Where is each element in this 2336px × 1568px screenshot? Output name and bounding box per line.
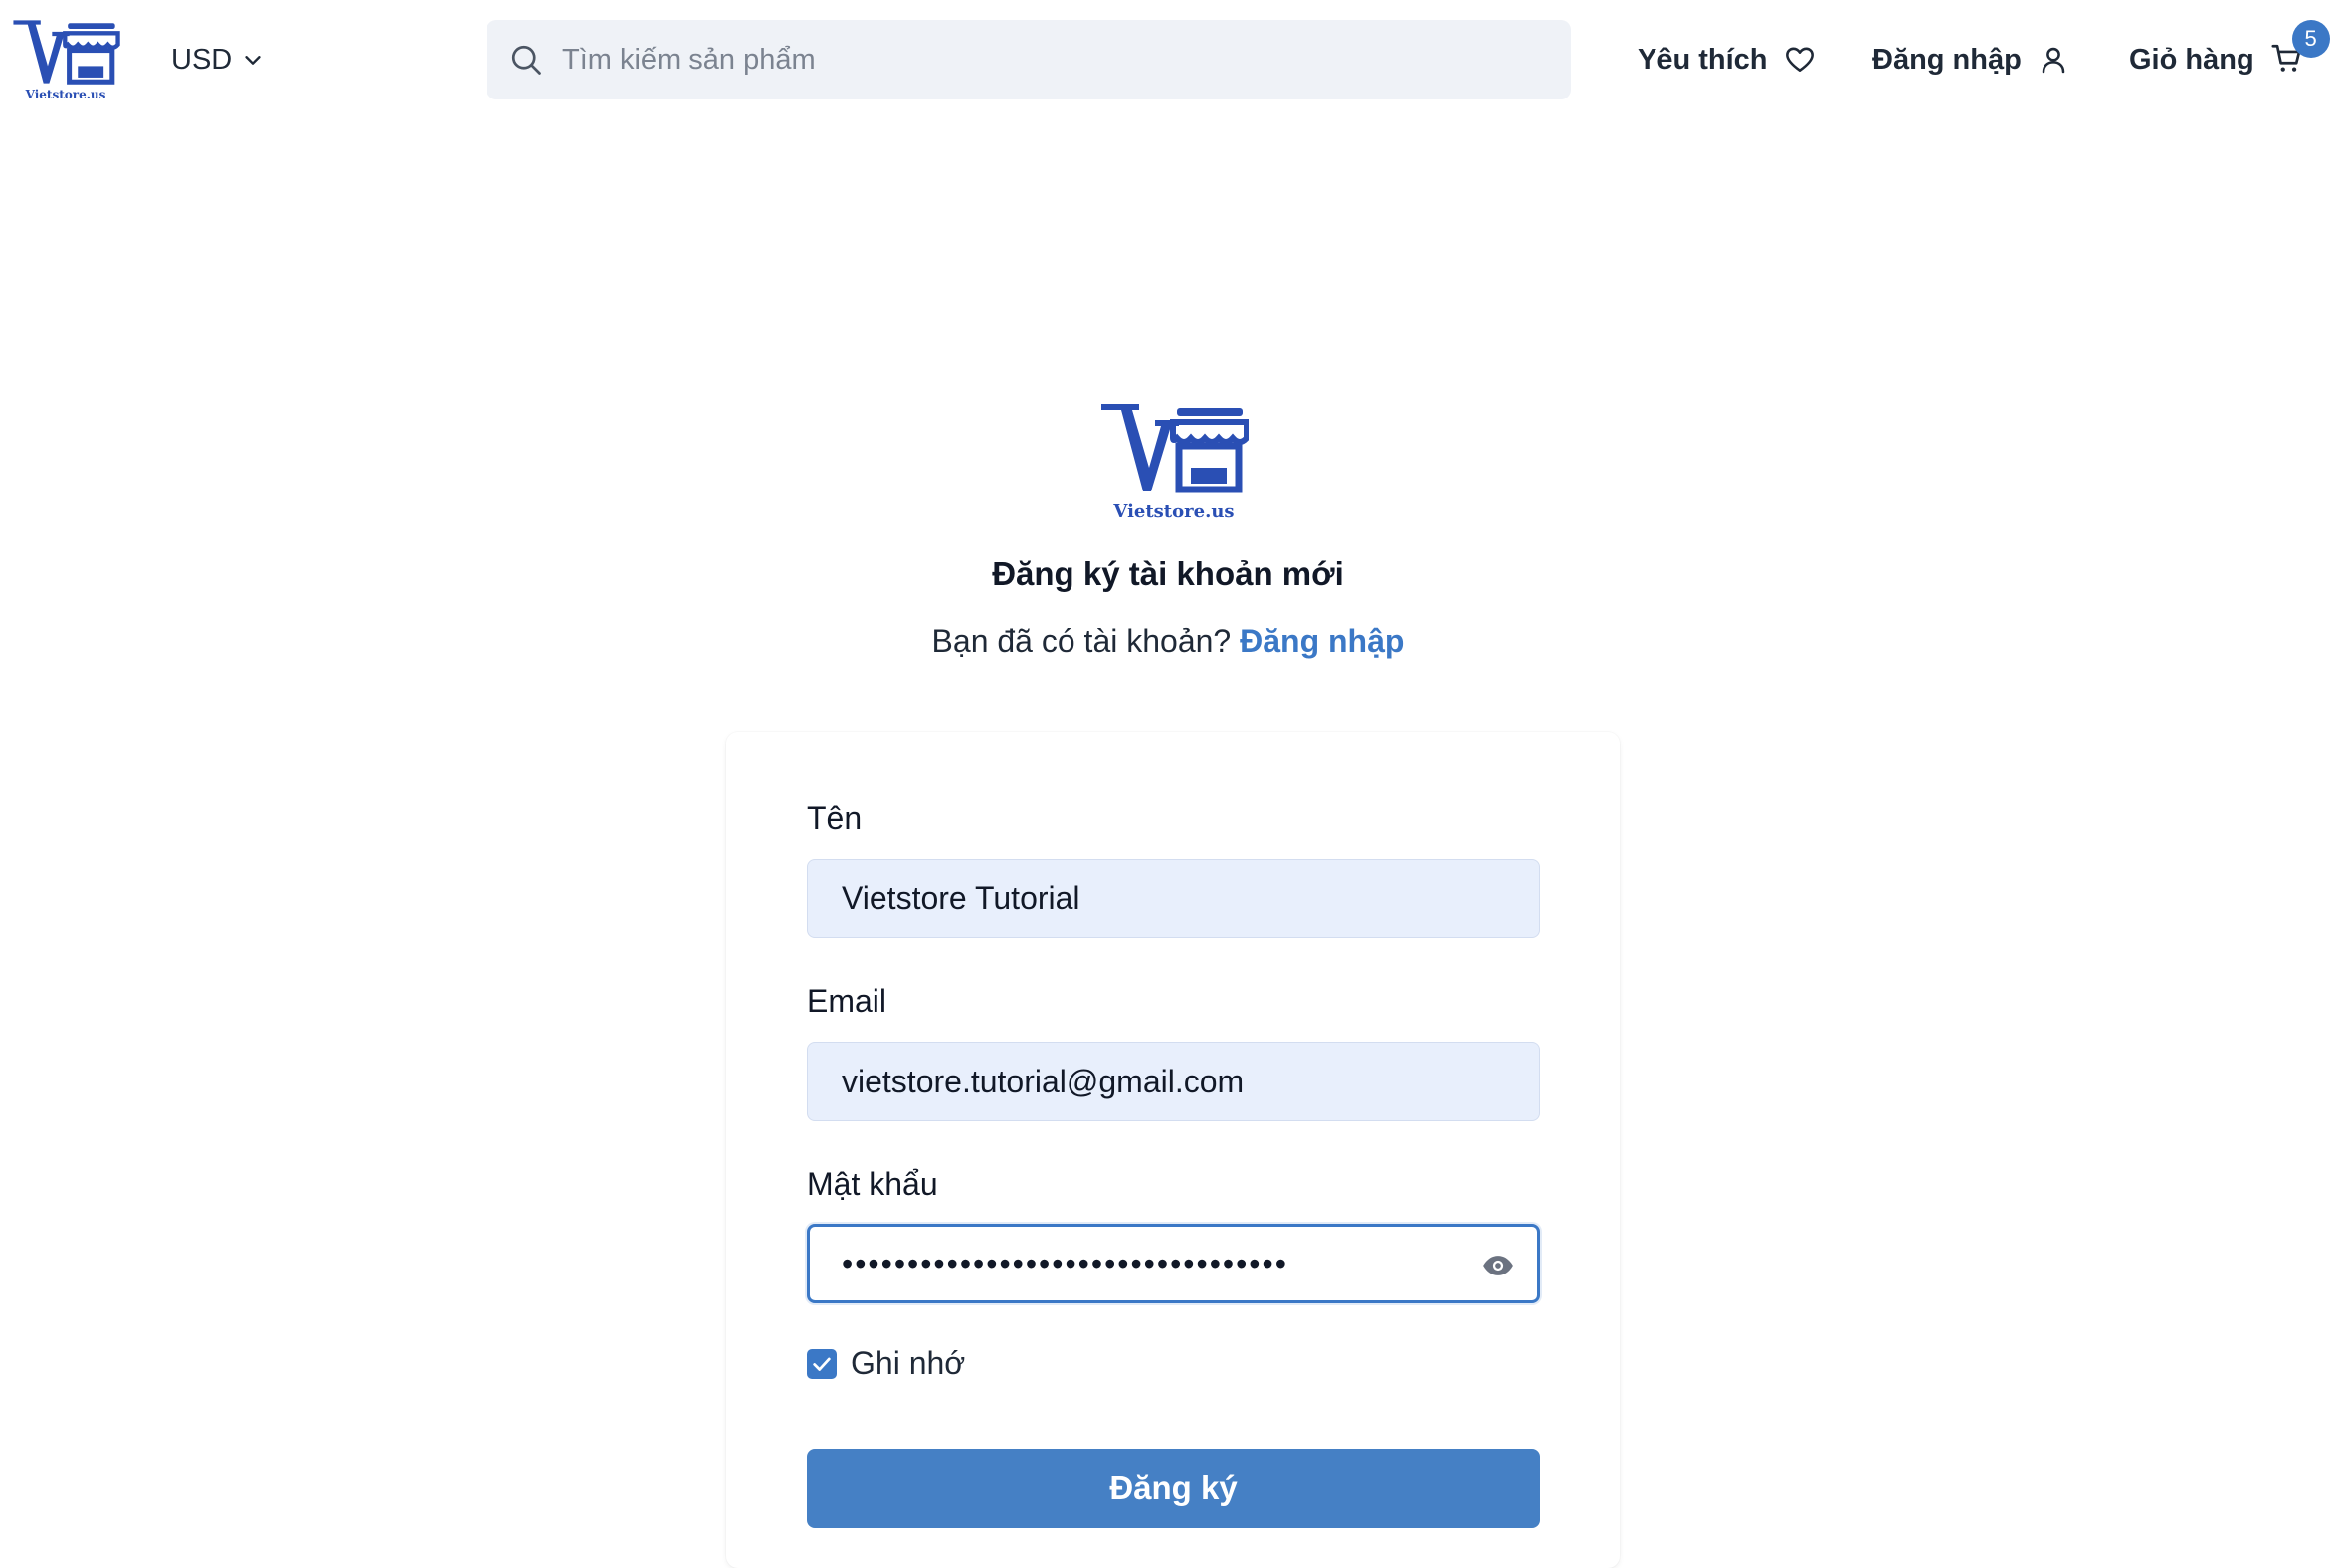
heart-icon bbox=[1785, 47, 1814, 72]
register-button[interactable]: Đăng ký bbox=[807, 1449, 1540, 1528]
password-field-wrapper bbox=[807, 1224, 1540, 1303]
eye-icon[interactable] bbox=[1481, 1249, 1515, 1282]
page-title: Đăng ký tài khoản mới bbox=[992, 555, 1344, 592]
login-link-inline[interactable]: Đăng nhập bbox=[1240, 623, 1404, 659]
register-form-card: Tên Email Mật khẩu Ghi nhớ Đăng ký bbox=[726, 732, 1620, 1568]
cart-count-badge: 5 bbox=[2291, 20, 2330, 58]
email-field-wrapper bbox=[807, 1042, 1540, 1121]
search-input[interactable] bbox=[562, 43, 1458, 77]
logo-caption: Vietstore.us bbox=[25, 88, 106, 101]
name-label: Tên bbox=[807, 800, 863, 836]
user-icon bbox=[2042, 47, 2065, 74]
password-label: Mật khẩu bbox=[807, 1166, 938, 1202]
have-account-text: Bạn đã có tài khoản? bbox=[931, 623, 1232, 659]
currency-selector[interactable]: USD bbox=[171, 40, 264, 80]
chevron-down-icon bbox=[245, 56, 261, 65]
cart-label: Giỏ hàng bbox=[2129, 43, 2254, 76]
password-input[interactable] bbox=[842, 1245, 1478, 1282]
remember-me: Ghi nhớ bbox=[807, 1345, 965, 1382]
currency-value: USD bbox=[171, 43, 233, 76]
login-label: Đăng nhập bbox=[1872, 43, 2022, 76]
favorites-label: Yêu thích bbox=[1638, 43, 1768, 76]
logo-mark-icon bbox=[13, 20, 120, 85]
check-icon bbox=[813, 1357, 831, 1371]
name-input[interactable] bbox=[842, 880, 1478, 917]
brand-logo: Vietstore.us bbox=[1099, 398, 1250, 527]
cart-icon-wrapper: 5 bbox=[2270, 20, 2330, 78]
email-label: Email bbox=[807, 983, 887, 1019]
name-field-wrapper bbox=[807, 859, 1540, 938]
search-icon[interactable] bbox=[508, 42, 544, 78]
logo-mark-icon bbox=[1101, 404, 1250, 493]
remember-label: Ghi nhớ bbox=[851, 1345, 966, 1381]
remember-checkbox[interactable] bbox=[807, 1348, 837, 1379]
cart-link[interactable]: Giỏ hàng 5 bbox=[2129, 20, 2330, 82]
have-account-prompt: Bạn đã có tài khoản? Đăng nhập bbox=[0, 623, 2336, 660]
email-input[interactable] bbox=[842, 1063, 1478, 1100]
favorites-link[interactable]: Yêu thích bbox=[1638, 38, 1816, 82]
search-bar bbox=[487, 20, 1571, 99]
top-header: Vietstore.us USD Yêu thích Đăng nhập Giỏ… bbox=[0, 0, 2336, 119]
login-link[interactable]: Đăng nhập bbox=[1872, 38, 2069, 82]
logo-caption: Vietstore.us bbox=[1113, 501, 1235, 522]
site-logo[interactable]: Vietstore.us bbox=[10, 16, 121, 107]
